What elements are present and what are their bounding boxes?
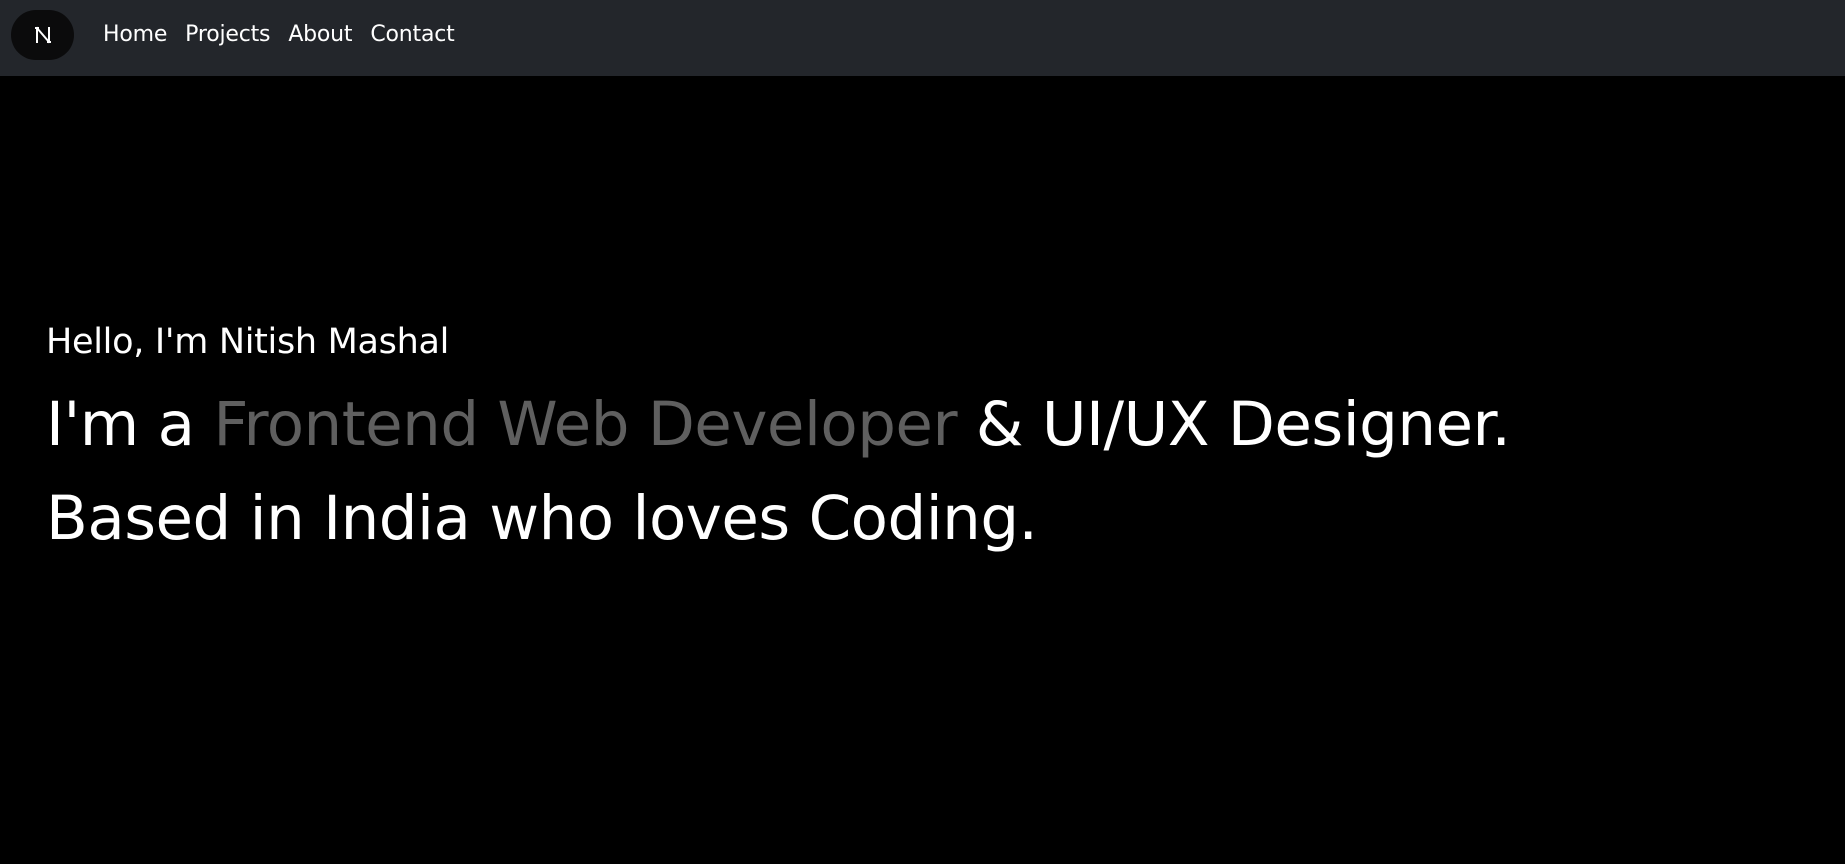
headline-prefix: I'm a [46, 389, 214, 460]
navbar: Home Projects About Contact [0, 0, 1845, 76]
nav-link-about[interactable]: About [288, 22, 352, 47]
headline-line-2: Based in India who loves Coding. [46, 483, 1038, 554]
hero-greeting: Hello, I'm Nitish Mashal [46, 322, 450, 362]
hero-headline: I'm a Frontend Web Developer & UI/UX Des… [46, 378, 1806, 566]
nav-link-contact[interactable]: Contact [370, 22, 454, 47]
headline-suffix: & UI/UX Designer. [957, 389, 1511, 460]
nav-link-projects[interactable]: Projects [185, 22, 270, 47]
n-monogram-icon [34, 26, 52, 44]
headline-accent-role: Frontend Web Developer [213, 389, 958, 460]
logo-button[interactable] [11, 10, 74, 60]
nav-links: Home Projects About Contact [103, 0, 473, 68]
nav-link-home[interactable]: Home [103, 22, 167, 47]
hero-section: Hello, I'm Nitish Mashal I'm a Frontend … [46, 312, 1806, 566]
